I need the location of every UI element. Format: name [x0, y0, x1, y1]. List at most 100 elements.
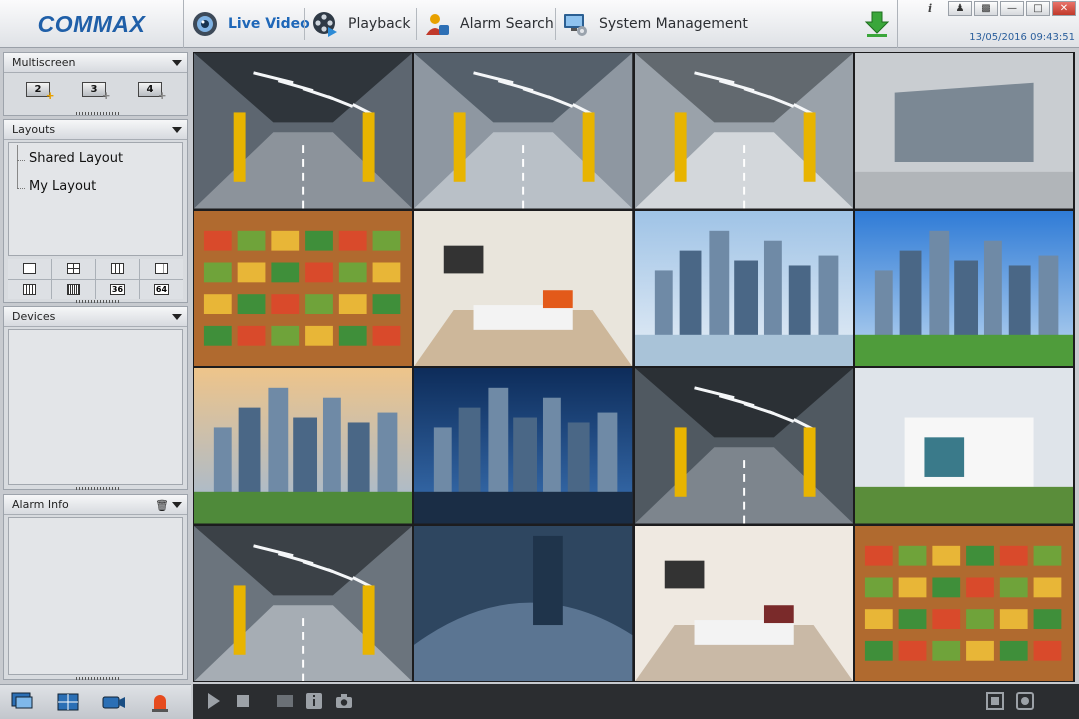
- plus-icon: +: [46, 88, 54, 103]
- download-arrow-icon[interactable]: [864, 10, 890, 38]
- video-tile[interactable]: [414, 53, 633, 209]
- video-feed-supermarket-aisles: [194, 210, 413, 366]
- stop-icon[interactable]: [233, 691, 253, 711]
- video-tile[interactable]: [194, 525, 413, 681]
- video-tile[interactable]: [854, 53, 1073, 209]
- layout-grid-icon[interactable]: [56, 691, 80, 713]
- commax-logo: COMMAX: [0, 0, 184, 48]
- split-36-button[interactable]: 36: [96, 279, 139, 299]
- multiscreen-buttons: 2 + 3 + 4 +: [26, 81, 166, 103]
- video-feed-parking-garage-2: [414, 53, 633, 209]
- multiscreen-4-button[interactable]: 4 +: [138, 81, 166, 103]
- nav-system-management-label: System Management: [599, 16, 748, 32]
- user-icon[interactable]: ♟: [948, 1, 972, 16]
- multiscreen-title: Multiscreen: [12, 56, 76, 69]
- nav-separator: [416, 8, 417, 40]
- video-tile[interactable]: [634, 525, 853, 681]
- split-25-icon: [67, 283, 80, 295]
- info-icon[interactable]: [304, 691, 324, 711]
- settings-icon[interactable]: [1015, 691, 1035, 711]
- nav-live-video[interactable]: Live Video: [192, 0, 310, 48]
- maximize-button[interactable]: □: [1026, 1, 1050, 16]
- chevron-down-icon[interactable]: [172, 502, 182, 508]
- resize-grip[interactable]: [76, 677, 120, 680]
- video-feed-parking-garage-4: [634, 368, 853, 524]
- nav-playback[interactable]: Playback: [312, 0, 410, 48]
- video-tile[interactable]: [854, 525, 1073, 681]
- video-tile[interactable]: [194, 210, 413, 366]
- split-64-button[interactable]: 64: [140, 279, 183, 299]
- video-tile[interactable]: [634, 210, 853, 366]
- plus-icon: +: [158, 88, 166, 103]
- split-9-button[interactable]: [96, 259, 139, 279]
- devices-title: Devices: [12, 310, 56, 323]
- multiscreen-2-button[interactable]: 2 +: [26, 81, 54, 103]
- devices-list: [8, 329, 183, 485]
- video-tile[interactable]: [854, 210, 1073, 366]
- multiscreen-3-button[interactable]: 3 +: [82, 81, 110, 103]
- split-6-button[interactable]: [140, 259, 183, 279]
- alarm-light-icon[interactable]: [148, 691, 172, 713]
- split-25-button[interactable]: [52, 279, 95, 299]
- save-icon[interactable]: ▩: [974, 1, 998, 16]
- camera-capture-icon[interactable]: [334, 691, 354, 711]
- video-tile[interactable]: [854, 368, 1073, 524]
- split-1-button[interactable]: [8, 259, 51, 279]
- layout-tree: Shared Layout My Layout: [8, 142, 183, 256]
- alarm-info-header[interactable]: Alarm Info 🗑: [4, 495, 187, 515]
- play-icon[interactable]: [203, 691, 223, 711]
- top-bar: COMMAX Live Video Playback Alarm Search …: [0, 0, 1079, 48]
- devices-header[interactable]: Devices: [4, 307, 187, 327]
- split-16-button[interactable]: [8, 279, 51, 299]
- chevron-down-icon[interactable]: [172, 314, 182, 320]
- monitor-icon[interactable]: [10, 691, 34, 713]
- layout-item-shared[interactable]: Shared Layout: [17, 151, 123, 166]
- split-64-icon: 64: [154, 283, 169, 295]
- alarm-info-panel: Alarm Info 🗑: [3, 494, 188, 680]
- video-feed-skyscraper-night: [414, 368, 633, 524]
- multiscreen-panel: Multiscreen 2 + 3 + 4 +: [3, 52, 188, 116]
- split-9-icon: [111, 263, 124, 275]
- datetime-display: 13/05/2016 09:43:51: [969, 32, 1075, 43]
- resize-grip[interactable]: [76, 300, 120, 303]
- video-feed-city-skyline-1: [634, 210, 853, 366]
- window-controls-area: i ♟ ▩ — □ ✕ 13/05/2016 09:43:51: [897, 0, 1079, 48]
- layouts-header[interactable]: Layouts: [4, 120, 187, 140]
- nav-alarm-search[interactable]: Alarm Search: [424, 0, 554, 48]
- resize-grip[interactable]: [76, 487, 120, 490]
- layouts-title: Layouts: [12, 123, 56, 136]
- plus-icon: +: [102, 88, 110, 103]
- minimize-button[interactable]: —: [1000, 1, 1024, 16]
- layout-item-my[interactable]: My Layout: [17, 179, 96, 194]
- video-feed-lounge-room: [634, 525, 853, 681]
- close-button[interactable]: ✕: [1052, 1, 1076, 16]
- video-tile[interactable]: [414, 525, 633, 681]
- multiscreen-header[interactable]: Multiscreen: [4, 53, 187, 73]
- video-tile[interactable]: [414, 210, 633, 366]
- trash-icon[interactable]: 🗑: [155, 499, 169, 512]
- sidebar: Multiscreen 2 + 3 + 4 + Layouts Shared L…: [3, 52, 188, 680]
- split-36-icon: 36: [110, 283, 125, 295]
- nav-alarm-search-label: Alarm Search: [460, 16, 554, 32]
- info-icon[interactable]: i: [928, 2, 932, 15]
- video-feed-city-skyline-2: [854, 210, 1073, 366]
- chevron-down-icon[interactable]: [172, 60, 182, 66]
- video-tile[interactable]: [194, 53, 413, 209]
- video-tile[interactable]: [634, 53, 853, 209]
- video-tile[interactable]: [414, 368, 633, 524]
- alarm-info-title: Alarm Info: [12, 498, 69, 511]
- video-tile[interactable]: [194, 368, 413, 524]
- app-window: COMMAX Live Video Playback Alarm Search …: [0, 0, 1079, 719]
- snapshot-icon[interactable]: [275, 691, 295, 711]
- split-4-button[interactable]: [52, 259, 95, 279]
- video-tile[interactable]: [634, 368, 853, 524]
- resize-grip[interactable]: [76, 112, 120, 115]
- fullscreen-icon[interactable]: [985, 691, 1005, 711]
- chevron-down-icon[interactable]: [172, 127, 182, 133]
- nav-system-management[interactable]: System Management: [563, 0, 748, 48]
- alarm-info-list: [8, 517, 183, 675]
- video-feed-parking-garage-5: [194, 525, 413, 681]
- monitor-gear-icon: [564, 14, 587, 36]
- camera-icon[interactable]: [102, 691, 126, 713]
- nav-separator: [304, 8, 305, 40]
